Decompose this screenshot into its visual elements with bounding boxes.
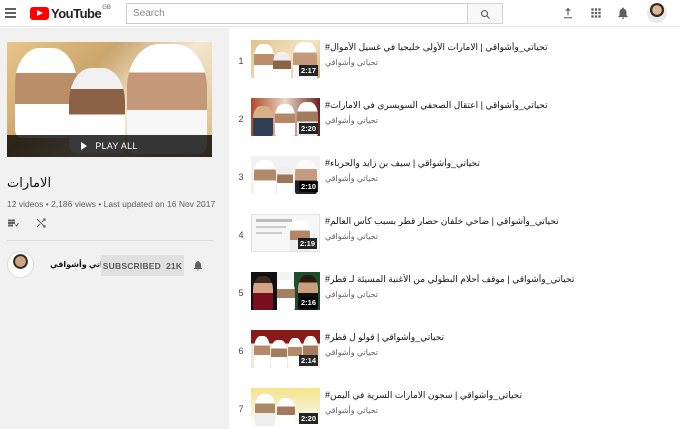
video-row[interactable]: 6 2:14 تحياتي_وأشواقي | قولو ل قطر# تحيا… (229, 318, 680, 376)
youtube-logo-icon (30, 6, 49, 20)
thumbnail-figure (271, 340, 287, 368)
video-row[interactable]: 4 2:19 تحياتي_وأشواقي | ضاحي خلفان حصار … (229, 202, 680, 260)
video-index: 1 (238, 56, 244, 66)
menu-icon[interactable] (5, 8, 16, 18)
search-input[interactable]: Search (126, 3, 467, 24)
thumbnail-figure (256, 226, 286, 228)
video-index: 4 (238, 230, 244, 240)
video-title[interactable]: تحياتي_وأشواقي | سجون الامارات السرية في… (325, 390, 665, 401)
thumbnail-figure (277, 280, 295, 310)
playlist-title: الامارات (7, 175, 52, 190)
subscribe-label: SUBSCRIBED (102, 260, 161, 271)
video-duration: 2:20 (298, 413, 318, 424)
video-thumbnail[interactable]: 2:14 (251, 330, 320, 368)
video-duration: 2:16 (298, 297, 318, 308)
video-row[interactable]: 7 2:20 تحياتي_وأشواقي | سجون الامارات ال… (229, 376, 680, 429)
playlist-video-list: 1 2:17 تحياتي_وأشواقي | الامارات الأولى … (229, 28, 680, 429)
video-duration: 2:14 (298, 355, 318, 366)
thumbnail-figure (275, 104, 295, 136)
video-row[interactable]: 2 2:20 تحياتي_وأشواقي | اعتقال الصحفي ال… (229, 86, 680, 144)
video-channel[interactable]: تحياتي وأشواقي (325, 290, 378, 299)
thumbnail-figure (254, 44, 274, 78)
video-title[interactable]: تحياتي_وأشواقي | موقف أحلام البطولي من ا… (325, 274, 665, 285)
video-channel[interactable]: تحياتي وأشواقي (325, 174, 378, 183)
video-channel[interactable]: تحياتي وأشواقي (325, 116, 378, 125)
thumbnail-figure (255, 394, 275, 426)
video-title[interactable]: تحياتي_وأشواقي | الامارات الأولى خليجيا … (325, 42, 665, 53)
video-duration: 2:17 (298, 65, 318, 76)
video-row[interactable]: 1 2:17 تحياتي_وأشواقي | الامارات الأولى … (229, 28, 680, 86)
video-channel[interactable]: تحياتي وأشواقي (325, 348, 378, 357)
video-channel[interactable]: تحياتي وأشواقي (325, 58, 378, 67)
sort-icon[interactable] (7, 217, 19, 229)
video-channel[interactable]: تحياتي وأشواقي (325, 406, 378, 415)
thumbnail-figure (256, 232, 282, 234)
video-duration: 2:10 (298, 181, 318, 192)
play-icon (81, 142, 88, 150)
thumbnail-figure (277, 166, 293, 194)
video-row[interactable]: 3 2:10 تحياتي_وأشواقي | سيف بن زايد والح… (229, 144, 680, 202)
video-index: 5 (238, 288, 244, 298)
thumbnail-figure (273, 52, 291, 78)
video-title[interactable]: تحياتي_وأشواقي | قولو ل قطر# (325, 332, 665, 343)
subscribe-button[interactable]: SUBSCRIBED 21K (101, 255, 184, 276)
video-title[interactable]: تحياتي_وأشواقي | سيف بن زايد والحرباء# (325, 158, 665, 169)
video-index: 7 (238, 404, 244, 414)
thumbnail-figure (253, 106, 273, 136)
video-channel[interactable]: تحياتي وأشواقي (325, 232, 378, 241)
thumbnail-figure (256, 219, 292, 222)
playlist-stats: 12 videos • 2,186 views • Last updated o… (7, 199, 216, 209)
search-icon (481, 10, 491, 20)
video-duration: 2:19 (297, 238, 317, 249)
bell-icon[interactable] (192, 259, 204, 272)
account-avatar[interactable] (647, 3, 667, 23)
shuffle-icon[interactable] (35, 217, 47, 229)
video-index: 6 (238, 346, 244, 356)
video-thumbnail[interactable]: 2:10 (251, 156, 320, 194)
thumbnail-figure (253, 276, 273, 310)
youtube-logo[interactable]: YouTube GB (30, 5, 111, 21)
thumbnail-figure (277, 398, 295, 426)
search-button[interactable] (467, 3, 503, 24)
top-bar: YouTube GB Search (0, 0, 680, 27)
logo-region: GB (102, 5, 111, 11)
video-row[interactable]: 5 2:16 تحياتي_وأشواقي | موقف أحلام البطو… (229, 260, 680, 318)
divider (7, 240, 213, 241)
upload-icon[interactable] (561, 6, 575, 20)
video-index: 2 (238, 114, 244, 124)
video-thumbnail[interactable]: 2:19 (251, 214, 320, 252)
video-thumbnail[interactable]: 2:16 (251, 272, 320, 310)
video-index: 3 (238, 172, 244, 182)
video-thumbnail[interactable]: 2:20 (251, 388, 320, 426)
logo-text: YouTube (51, 5, 102, 21)
notifications-icon[interactable] (616, 6, 630, 20)
subscriber-count: 21K (166, 260, 183, 271)
video-thumbnail[interactable]: 2:20 (251, 98, 320, 136)
video-thumbnail[interactable]: 2:17 (251, 40, 320, 78)
play-all-label: PLAY ALL (95, 141, 138, 151)
owner-avatar[interactable] (7, 251, 34, 278)
video-duration: 2:20 (298, 123, 318, 134)
video-title[interactable]: تحياتي_وأشواقي | اعتقال الصحفي السويسري … (325, 100, 665, 111)
playlist-sidebar: PLAY ALL الامارات 12 videos • 2,186 view… (0, 28, 229, 429)
apps-icon[interactable] (589, 6, 603, 20)
thumbnail-figure (15, 48, 77, 138)
thumbnail-figure (254, 336, 270, 368)
video-title[interactable]: تحياتي_وأشواقي | ضاحي خلفان حصار قطر بسب… (325, 216, 665, 227)
play-all-button[interactable]: PLAY ALL (7, 135, 212, 157)
thumbnail-figure (254, 160, 276, 194)
